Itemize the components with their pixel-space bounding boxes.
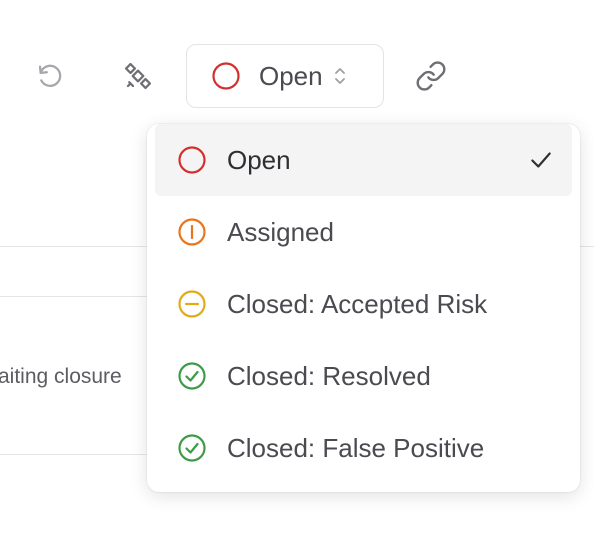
checkmark-icon xyxy=(528,147,554,173)
chevron-up-down-icon xyxy=(333,65,347,87)
assigned-icon xyxy=(177,217,207,247)
open-circle-icon xyxy=(211,61,241,91)
status-select-value: Open xyxy=(259,60,323,91)
row-text: aiting closure xyxy=(0,365,122,388)
copy-link-button[interactable] xyxy=(409,54,453,98)
divider xyxy=(0,454,150,455)
page: Open aiting closure Open Assigned Closed… xyxy=(0,0,594,544)
status-menu: Open Assigned Closed: Accepted Risk Clos… xyxy=(147,124,580,492)
status-option-label: Closed: False Positive xyxy=(227,432,485,463)
satellite-button[interactable] xyxy=(116,54,160,98)
divider xyxy=(0,296,150,297)
false-positive-check-icon xyxy=(177,433,207,463)
status-option-resolved[interactable]: Closed: Resolved xyxy=(155,340,572,412)
status-option-accepted-risk[interactable]: Closed: Accepted Risk xyxy=(155,268,572,340)
status-select[interactable]: Open xyxy=(186,44,384,108)
status-option-label: Closed: Accepted Risk xyxy=(227,288,488,319)
accepted-risk-icon xyxy=(177,289,207,319)
status-option-assigned[interactable]: Assigned xyxy=(155,196,572,268)
link-icon xyxy=(416,61,446,91)
status-option-label: Closed: Resolved xyxy=(227,360,431,391)
status-option-open[interactable]: Open xyxy=(155,124,572,196)
satellite-icon xyxy=(124,62,152,90)
status-option-label: Assigned xyxy=(227,216,334,247)
open-circle-icon xyxy=(177,145,207,175)
status-option-false-positive[interactable]: Closed: False Positive xyxy=(155,412,572,484)
resolved-check-icon xyxy=(177,361,207,391)
status-option-label: Open xyxy=(227,144,291,175)
undo-button[interactable] xyxy=(28,54,72,98)
undo-icon xyxy=(38,64,62,87)
